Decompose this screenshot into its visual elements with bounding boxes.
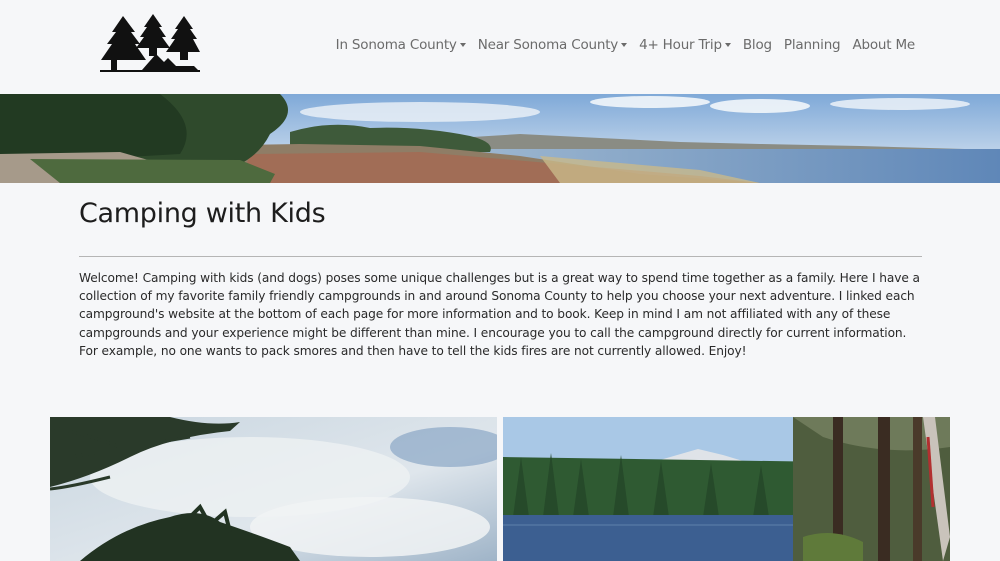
caret-down-icon — [724, 43, 731, 47]
hero-banner-image — [0, 94, 1000, 183]
page-title: Camping with Kids — [79, 198, 326, 229]
caret-down-icon — [459, 43, 466, 47]
nav-item-about-me[interactable]: About Me — [852, 37, 915, 53]
nav-item-4-hour-trip[interactable]: 4+ Hour Trip — [639, 37, 731, 53]
nav-item-planning[interactable]: Planning — [784, 37, 841, 53]
intro-paragraph: Welcome! Camping with kids (and dogs) po… — [79, 271, 920, 358]
main-nav: In Sonoma County Near Sonoma County 4+ H… — [336, 37, 916, 53]
nav-item-label: Near Sonoma County — [477, 37, 619, 53]
caret-down-icon — [621, 43, 628, 47]
nav-item-label: 4+ Hour Trip — [639, 37, 722, 53]
nav-item-label: About Me — [852, 37, 915, 53]
divider — [79, 256, 922, 257]
campground-card-image-lake[interactable] — [503, 417, 950, 561]
nav-item-label: Planning — [783, 37, 841, 53]
nav-item-label: Blog — [742, 37, 772, 53]
campground-card-image-coast[interactable] — [50, 417, 497, 561]
navbar: In Sonoma County Near Sonoma County 4+ H… — [0, 0, 1000, 94]
nav-item-label: In Sonoma County — [335, 37, 457, 53]
nav-item-blog[interactable]: Blog — [743, 37, 772, 53]
nav-item-in-sonoma-county[interactable]: In Sonoma County — [336, 37, 466, 53]
nav-item-near-sonoma-county[interactable]: Near Sonoma County — [477, 37, 628, 53]
tree-logo-icon[interactable] — [98, 12, 202, 74]
